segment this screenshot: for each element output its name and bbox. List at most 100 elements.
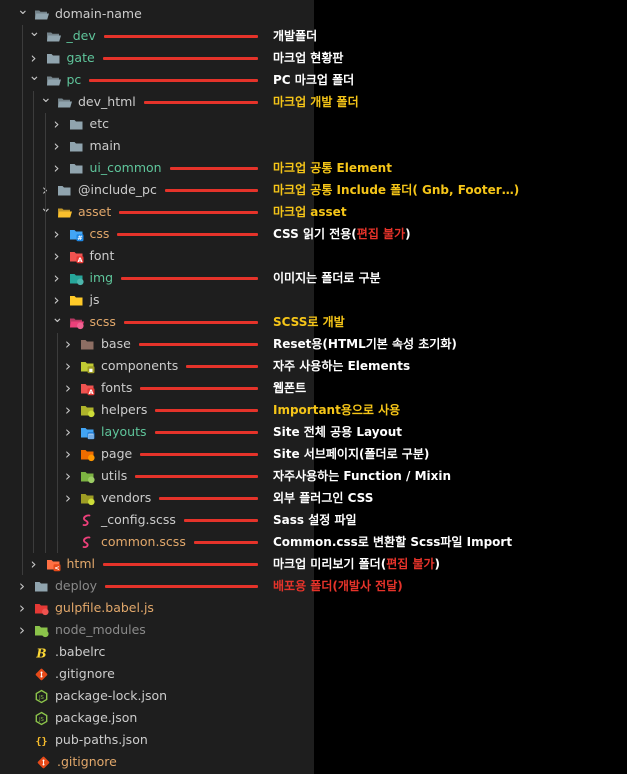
annotation-label: Site 서브페이지(폴더로 구분) <box>273 446 429 462</box>
tree-row-include-pc[interactable]: ›@include_pc <box>0 179 314 201</box>
tree-item-label: css <box>89 226 110 241</box>
chevron-right-icon[interactable]: › <box>29 557 39 572</box>
tree-row-node-modules[interactable]: › node_modules <box>0 619 314 641</box>
indent-guide <box>22 25 23 575</box>
chevron-right-icon[interactable]: › <box>63 491 73 506</box>
annotation-text: 마크업 공통 Include 폴더( Gnb, Footer…) <box>273 183 520 197</box>
tree-row-babelrc[interactable]: B .babelrc <box>0 641 314 663</box>
annotation-label: 외부 플러그인 CSS <box>273 490 373 506</box>
tree-item-label: gulpfile.babel.js <box>55 600 154 615</box>
svg-text:{}: {} <box>35 737 47 748</box>
svg-text:A: A <box>77 256 82 264</box>
tree-row-vendors[interactable]: › vendors <box>0 487 314 509</box>
chevron-right-icon[interactable]: › <box>63 425 73 440</box>
annotation-text: 자주 사용하는 Elements <box>273 359 411 373</box>
annotation-label: 마크업 개발 폴더 <box>273 94 359 110</box>
annotation-leader-line <box>103 57 258 60</box>
tree-item-label: helpers <box>101 402 148 417</box>
tree-row-package-lock-json[interactable]: JS package-lock.json <box>0 685 314 707</box>
tree-item-label: dev_html <box>78 94 136 109</box>
chevron-down-icon[interactable]: ⌄ <box>29 25 41 39</box>
tree-row-components[interactable]: › ▪ components <box>0 355 314 377</box>
chevron-down-icon[interactable]: ⌄ <box>52 311 64 325</box>
annotation-text: Site 전체 공용 Layout <box>273 425 403 439</box>
folder-base-icon <box>80 337 94 351</box>
sass-file-icon <box>80 535 94 549</box>
folder-images-icon <box>69 271 84 286</box>
chevron-right-icon[interactable]: › <box>52 227 62 242</box>
chevron-right-icon[interactable]: › <box>52 271 62 286</box>
folder-open-icon <box>34 7 49 21</box>
folder-font-icon: A <box>80 381 95 396</box>
annotation-text: 마크업 개발 폴더 <box>273 95 359 109</box>
svg-text:B: B <box>35 647 46 661</box>
tree-row-config-scss[interactable]: _config.scss <box>0 509 314 531</box>
annotation-leader-line <box>155 431 258 434</box>
annotation-text: Important용으로 사용 <box>273 403 401 417</box>
folder-page-icon <box>80 447 95 462</box>
chevron-right-icon[interactable]: › <box>63 403 73 418</box>
svg-text:▤: ▤ <box>88 432 94 440</box>
chevron-right-icon[interactable]: › <box>17 601 27 616</box>
tree-row-js[interactable]: › js <box>0 289 314 311</box>
git-icon <box>34 667 48 681</box>
annotation-text: 외부 플러그인 CSS <box>273 491 374 505</box>
tree-row-pub-paths-json[interactable]: {} pub-paths.json <box>0 729 314 751</box>
tree-row-main[interactable]: › main <box>0 135 314 157</box>
annotation-text: 웹폰트 <box>273 381 307 395</box>
folder-sass-icon <box>69 315 84 330</box>
chevron-right-icon[interactable]: › <box>52 117 62 132</box>
annotation-leader-line <box>140 387 258 390</box>
tree-item-label: common.scss <box>101 534 186 549</box>
tree-row-common-scss[interactable]: common.scss <box>0 531 314 553</box>
chevron-right-icon[interactable]: › <box>52 139 62 154</box>
tree-item-label: domain-name <box>55 6 142 21</box>
annotation-label: Sass 설정 파일 <box>273 512 357 528</box>
chevron-right-icon[interactable]: › <box>52 249 62 264</box>
annotation-label: 이미지는 폴더로 구분 <box>273 270 381 286</box>
chevron-right-icon[interactable]: › <box>63 337 73 352</box>
chevron-down-icon[interactable]: ⌄ <box>40 91 52 105</box>
tree-row-gulpfile-babel-js[interactable]: › gulpfile.babel.js <box>0 597 314 619</box>
tree-row-domain-name[interactable]: ⌄ domain-name <box>0 3 314 25</box>
tree-item-label: utils <box>101 468 128 483</box>
annotation-leader-line <box>139 343 258 346</box>
annotation-label: 마크업 미리보기 폴더(편집 불가) <box>273 556 440 572</box>
chevron-right-icon[interactable]: › <box>52 293 62 308</box>
annotation-label: 마크업 공통 Include 폴더( Gnb, Footer…) <box>273 182 519 198</box>
folder-js-icon <box>69 293 83 307</box>
tree-item-label: vendors <box>101 490 152 505</box>
folder-open-icon <box>46 73 61 87</box>
tree-row-etc[interactable]: › etc <box>0 113 314 135</box>
chevron-right-icon[interactable]: › <box>63 381 73 396</box>
chevron-right-icon[interactable]: › <box>63 359 73 374</box>
annotation-label: SCSS로 개발 <box>273 314 345 330</box>
annotation-text: CSS 읽기 전용( <box>273 227 357 241</box>
chevron-down-icon[interactable]: ⌄ <box>29 69 41 83</box>
annotation-leader-line <box>89 79 258 82</box>
annotation-text: ) <box>405 227 411 241</box>
chevron-down-icon[interactable]: ⌄ <box>17 3 29 17</box>
chevron-right-icon[interactable]: › <box>29 51 39 66</box>
tree-item-label: package-lock.json <box>55 688 168 703</box>
tree-item-label: base <box>101 336 131 351</box>
tree-row-package-json[interactable]: JS package.json <box>0 707 314 729</box>
annotation-text: 마크업 공통 Element <box>273 161 392 175</box>
json-braces-icon: {} <box>34 733 48 748</box>
annotation-leader-line <box>119 211 258 214</box>
annotation-leader-line <box>184 519 258 522</box>
tree-row-gitignore[interactable]: .gitignore <box>0 751 314 773</box>
folder-html-icon: < <box>46 557 60 572</box>
chevron-right-icon[interactable]: › <box>63 469 73 484</box>
annotation-text: Sass 설정 파일 <box>273 513 357 527</box>
chevron-right-icon[interactable]: › <box>52 161 62 176</box>
tree-row-font[interactable]: › Afont <box>0 245 314 267</box>
tree-row-gitignore[interactable]: .gitignore <box>0 663 314 685</box>
chevron-right-icon[interactable]: › <box>63 447 73 462</box>
indent-guide <box>57 333 58 553</box>
chevron-right-icon[interactable]: › <box>17 579 27 594</box>
chevron-right-icon[interactable]: › <box>17 623 27 638</box>
tree-row-ui-common[interactable]: › ui_common <box>0 157 314 179</box>
svg-text:JS: JS <box>38 717 44 723</box>
annotation-leader-line <box>165 189 258 192</box>
